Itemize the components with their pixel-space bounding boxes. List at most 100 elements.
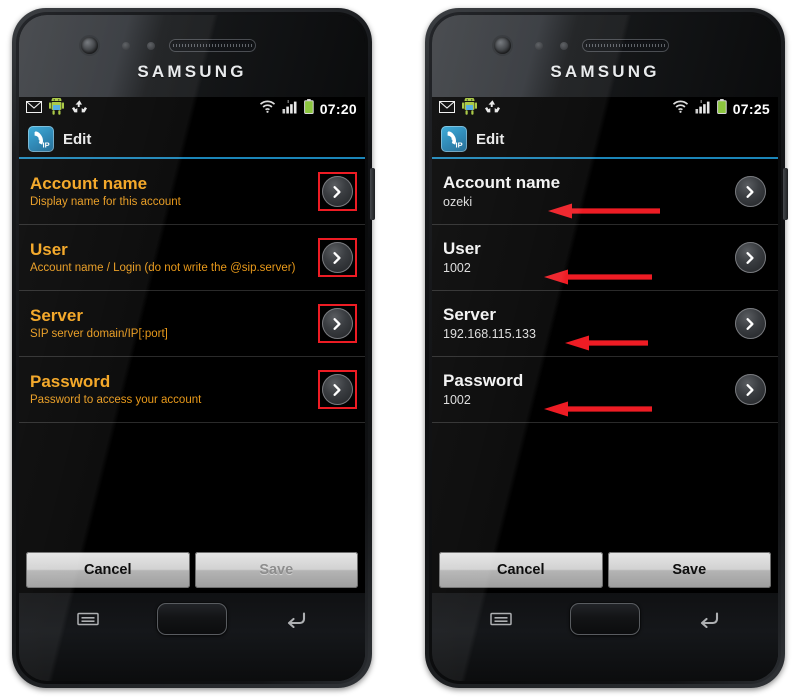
highlight-box: [317, 172, 357, 211]
mail-icon: [439, 100, 455, 118]
svg-text:IP: IP: [43, 141, 50, 150]
row-text: Password 1002: [443, 371, 722, 408]
power-button[interactable]: [370, 168, 375, 220]
list-item-server[interactable]: Server SIP server domain/IP[:port]: [19, 291, 365, 357]
battery-icon: [716, 99, 727, 119]
chevron-right-icon[interactable]: [321, 308, 353, 339]
signal-icon: [282, 99, 298, 119]
status-bar-left: 07:20: [19, 96, 365, 121]
highlight-box: [317, 238, 357, 277]
status-bar-right-group-left: 07:20: [259, 99, 357, 119]
row-text: Server SIP server domain/IP[:port]: [30, 306, 309, 342]
samsung-logo: SAMSUNG: [137, 62, 247, 81]
samsung-logo: SAMSUNG: [550, 62, 660, 81]
row-title: Server: [443, 305, 496, 325]
row-subtitle: Account name / Login (do not write the @…: [30, 262, 296, 275]
title-bar-left: IP Edit: [19, 121, 365, 157]
chevron-right-icon[interactable]: [321, 176, 353, 207]
chevron-right-icon[interactable]: [734, 176, 766, 207]
svg-text:IP: IP: [456, 141, 463, 150]
bottom-bezel-right: [432, 593, 778, 681]
chevron-wrap: [722, 370, 778, 409]
row-text: User Account name / Login (do not write …: [30, 240, 309, 276]
list-item-server[interactable]: Server 192.168.115.133: [432, 291, 778, 357]
back-key-icon[interactable]: [698, 611, 720, 633]
screen-right: 07:25 IP Edit Account name ozeki User 10…: [432, 96, 778, 593]
status-bar-right-group-right: 07:25: [672, 99, 770, 119]
row-value: 192.168.115.133: [443, 326, 536, 341]
top-bezel-right: SAMSUNG: [432, 15, 778, 97]
chevron-right-icon[interactable]: [321, 374, 353, 405]
ozeki-ip-phone-icon: IP: [28, 126, 54, 152]
wifi-icon: [672, 100, 689, 118]
status-bar-right: 07:25: [432, 96, 778, 121]
cancel-button[interactable]: Cancel: [439, 552, 603, 588]
ozeki-ip-phone-icon: IP: [441, 126, 467, 152]
chevron-right-icon[interactable]: [321, 242, 353, 273]
chevron-right-icon[interactable]: [734, 374, 766, 405]
chevron-wrap: [722, 172, 778, 211]
front-camera-icon: [494, 37, 511, 54]
chevron-box: [731, 238, 770, 277]
bottom-bezel-left: [19, 593, 365, 681]
back-key-icon[interactable]: [285, 611, 307, 633]
chevron-wrap: [722, 304, 778, 343]
proximity-sensor-icon: [535, 42, 543, 50]
chevron-box: [731, 370, 770, 409]
screenshot-stage: SAMSUNG 07:20 IP Edit Account name Displ…: [0, 0, 797, 700]
row-title: User: [443, 239, 481, 259]
page-title: Edit: [476, 130, 505, 148]
status-bar-clock: 07:25: [732, 101, 770, 117]
phone-right-inner: SAMSUNG 07:25 IP Edit Account name ozeki…: [429, 12, 781, 684]
list-item-password[interactable]: Password 1002: [432, 357, 778, 423]
settings-list-right: Account name ozeki User 1002 Server 192.…: [432, 159, 778, 547]
power-button[interactable]: [783, 168, 788, 220]
chevron-right-icon[interactable]: [734, 242, 766, 273]
home-key[interactable]: [157, 603, 227, 635]
phone-left-inner: SAMSUNG 07:20 IP Edit Account name Displ…: [16, 12, 368, 684]
chevron-wrap: [309, 238, 365, 277]
chevron-right-icon[interactable]: [734, 308, 766, 339]
button-bar-left: Cancel Save: [19, 547, 365, 593]
list-item-account-name[interactable]: Account name Display name for this accou…: [19, 159, 365, 225]
sync-icon: [71, 99, 88, 119]
save-button[interactable]: Save: [607, 552, 771, 588]
battery-icon: [303, 99, 314, 119]
list-item-user[interactable]: User Account name / Login (do not write …: [19, 225, 365, 291]
chevron-wrap: [309, 370, 365, 409]
highlight-box: [317, 370, 357, 409]
proximity-sensor-icon: [122, 42, 130, 50]
row-title: Account name: [443, 173, 561, 193]
phone-right: SAMSUNG 07:25 IP Edit Account name ozeki…: [425, 8, 788, 688]
android-icon: [462, 96, 477, 120]
row-value: ozeki: [443, 194, 473, 209]
phone-left-face: SAMSUNG 07:20 IP Edit Account name Displ…: [19, 15, 365, 681]
row-text: Account name ozeki: [443, 173, 722, 210]
front-camera-icon: [81, 37, 98, 54]
list-item-account-name[interactable]: Account name ozeki: [432, 159, 778, 225]
row-title: Password: [30, 371, 111, 391]
menu-key-icon[interactable]: [77, 611, 99, 632]
row-value: 1002: [443, 260, 471, 275]
earpiece-speaker: [582, 39, 669, 52]
signal-icon: [695, 99, 711, 119]
list-item-user[interactable]: User 1002: [432, 225, 778, 291]
page-title: Edit: [63, 130, 92, 148]
phone-right-face: SAMSUNG 07:25 IP Edit Account name ozeki…: [432, 15, 778, 681]
row-text: Password Password to access your account: [30, 372, 309, 408]
home-key[interactable]: [570, 603, 640, 635]
row-title: User: [30, 239, 68, 259]
screen-left: 07:20 IP Edit Account name Display name …: [19, 96, 365, 593]
light-sensor-icon: [560, 42, 568, 50]
cancel-button[interactable]: Cancel: [26, 552, 190, 588]
chevron-wrap: [722, 238, 778, 277]
row-text: Server 192.168.115.133: [443, 305, 722, 342]
save-button[interactable]: Save: [194, 552, 358, 588]
mail-icon: [26, 100, 42, 118]
list-item-password[interactable]: Password Password to access your account: [19, 357, 365, 423]
chevron-wrap: [309, 172, 365, 211]
menu-key-icon[interactable]: [490, 611, 512, 632]
button-bar-right: Cancel Save: [432, 547, 778, 593]
row-title: Account name: [30, 173, 148, 193]
row-title: Server: [30, 305, 83, 325]
